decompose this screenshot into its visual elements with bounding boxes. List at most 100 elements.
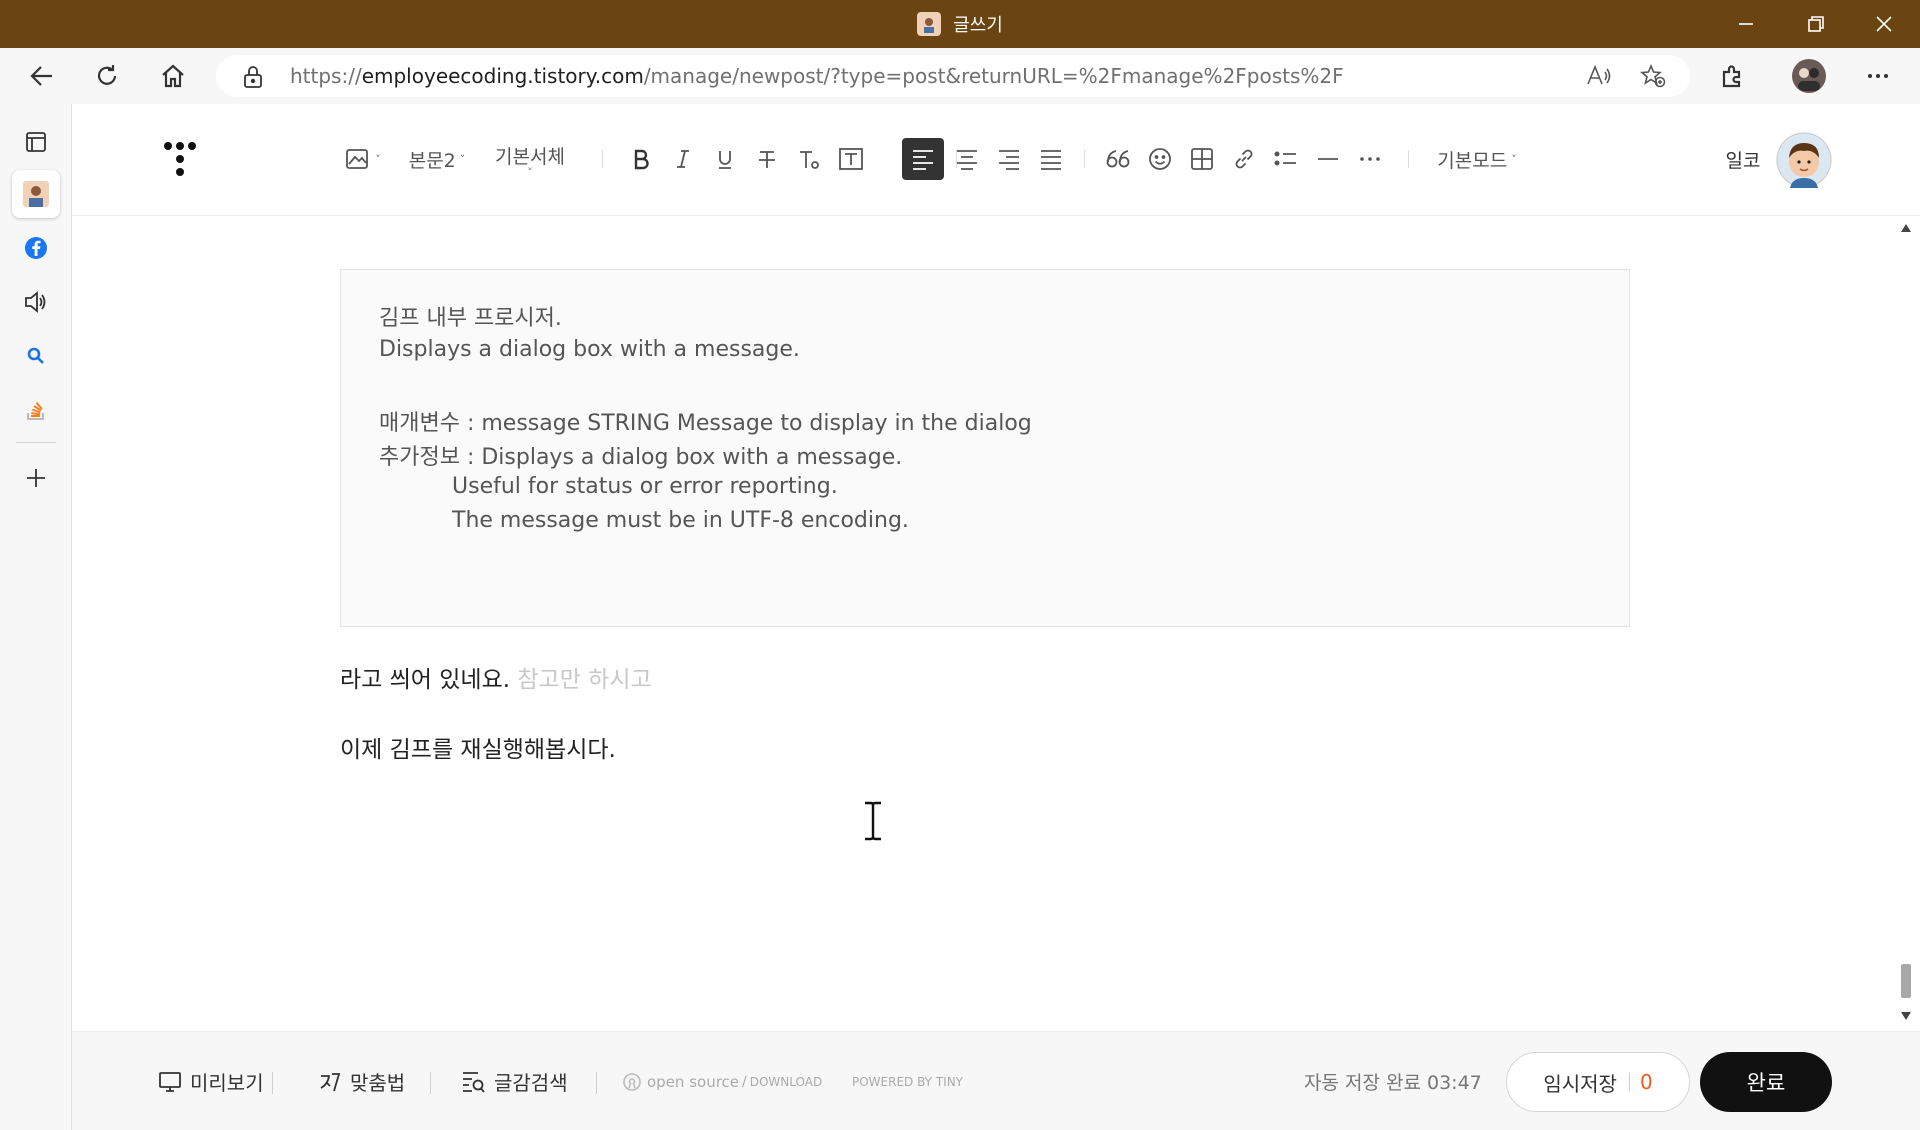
table-button[interactable] xyxy=(1182,138,1222,180)
strikethrough-button[interactable] xyxy=(748,138,786,180)
editor-bottombar: 미리보기 맞춤법 글감검색 open source / DOWNLOAD POW… xyxy=(72,1031,1920,1130)
opensource-icon xyxy=(623,1072,641,1091)
window-titlebar: 글쓰기 xyxy=(0,0,1920,48)
chevron-down-icon: ˅ xyxy=(527,165,533,179)
sidebar-search[interactable] xyxy=(12,332,60,380)
align-justify-button[interactable] xyxy=(1032,138,1070,180)
restore-button[interactable] xyxy=(1786,0,1846,48)
opensource-label: open source xyxy=(647,1072,740,1091)
text-box-icon xyxy=(839,148,863,170)
quote-line: 매개변수 : message STRING Message to display… xyxy=(379,411,1032,436)
temp-save-button[interactable]: 임시저장 0 xyxy=(1506,1052,1690,1112)
toolbar-divider xyxy=(602,150,603,168)
quote-line: 김프 내부 프로시저. xyxy=(379,306,562,331)
insert-image-button[interactable]: ˅ xyxy=(340,138,386,180)
italic-button[interactable] xyxy=(664,138,702,180)
home-button[interactable] xyxy=(153,56,193,96)
restore-icon xyxy=(1808,16,1824,32)
edge-sidebar xyxy=(0,104,72,1130)
sidebar-facebook[interactable] xyxy=(12,224,60,272)
content-search-button[interactable]: 글감검색 xyxy=(460,1032,568,1130)
smiley-icon xyxy=(1149,148,1171,170)
scroll-thumb[interactable] xyxy=(1901,964,1911,998)
editor-toolbar: ˅ 본문2 ˅ 기본서체 ˅ 기본모드 ˅ 일코 xyxy=(72,104,1920,216)
window-title: 글쓰기 xyxy=(0,0,1920,48)
bold-button[interactable] xyxy=(622,138,660,180)
more-tools-button[interactable] xyxy=(1350,138,1390,180)
editor-mode-dropdown[interactable]: 기본모드 ˅ xyxy=(1428,138,1526,180)
emoticon-button[interactable] xyxy=(1140,138,1180,180)
refresh-button[interactable] xyxy=(87,56,127,96)
list-button[interactable] xyxy=(1266,138,1306,180)
opensource-link[interactable]: open source / DOWNLOAD xyxy=(622,1032,822,1130)
quote-line: Displays a dialog box with a message. xyxy=(379,337,800,362)
more-horizontal-icon xyxy=(1360,157,1380,161)
scroll-up-icon[interactable] xyxy=(1901,224,1911,232)
align-left-button[interactable] xyxy=(902,138,944,180)
bottombar-divider xyxy=(272,1072,273,1094)
lock-icon[interactable] xyxy=(242,65,264,89)
text-color-button[interactable] xyxy=(790,138,828,180)
chevron-down-icon: ˅ xyxy=(459,152,466,166)
toolbar-divider xyxy=(1084,150,1085,168)
quote-button[interactable] xyxy=(1098,138,1138,180)
minimize-icon xyxy=(1739,23,1753,25)
text-color-icon xyxy=(800,151,819,169)
sidebar-stackoverflow[interactable] xyxy=(12,386,60,434)
speaker-icon xyxy=(25,291,46,313)
powered-by-tiny[interactable]: POWERED BY TINY xyxy=(852,1032,963,1130)
quote-block[interactable]: 김프 내부 프로시저. Displays a dialog box with a… xyxy=(340,269,1630,627)
back-button[interactable] xyxy=(22,56,62,96)
temp-save-label: 임시저장 xyxy=(1543,1071,1617,1096)
editor-content[interactable]: 김프 내부 프로시저. Displays a dialog box with a… xyxy=(72,216,1892,1031)
address-bar[interactable]: https://employeecoding.tistory.com/manag… xyxy=(216,55,1690,97)
refresh-icon xyxy=(97,65,117,85)
scroll-down-icon[interactable] xyxy=(1901,1012,1911,1020)
browser-navbar: https://employeecoding.tistory.com/manag… xyxy=(0,48,1920,104)
font-family-label: 기본서체 xyxy=(495,145,565,168)
arrow-left-icon xyxy=(30,66,52,86)
settings-more-button[interactable] xyxy=(1858,56,1898,96)
quote-icon xyxy=(1106,150,1130,168)
align-right-icon xyxy=(999,150,1019,170)
url-text[interactable]: https://employeecoding.tistory.com/manag… xyxy=(290,55,1344,97)
align-right-button[interactable] xyxy=(990,138,1028,180)
tistory-logo-icon xyxy=(164,142,196,176)
user-name[interactable]: 일코 xyxy=(1718,138,1768,180)
horizontal-rule-icon xyxy=(1318,158,1338,160)
spellcheck-icon xyxy=(320,1072,341,1091)
extensions-button[interactable] xyxy=(1712,56,1752,96)
chevron-down-icon: ˅ xyxy=(1511,152,1517,166)
align-left-icon xyxy=(913,150,933,170)
sidebar-read-aloud[interactable] xyxy=(12,278,60,326)
read-aloud-icon[interactable] xyxy=(1586,64,1612,88)
plus-icon xyxy=(27,469,45,487)
text-cursor-icon xyxy=(865,801,881,841)
text-background-button[interactable] xyxy=(832,138,870,180)
link-button[interactable] xyxy=(1224,138,1264,180)
user-avatar[interactable] xyxy=(1776,132,1832,188)
favorite-star-icon[interactable] xyxy=(1640,64,1666,88)
underline-button[interactable] xyxy=(706,138,744,180)
temp-save-divider xyxy=(1628,1073,1630,1091)
profile-button[interactable] xyxy=(1789,56,1829,96)
content-scrollbar[interactable] xyxy=(1892,216,1920,1031)
publish-done-button[interactable]: 완료 xyxy=(1700,1052,1832,1112)
image-icon xyxy=(346,149,369,169)
tab-actions-button[interactable] xyxy=(12,118,60,166)
preview-label: 미리보기 xyxy=(190,1071,264,1095)
align-center-button[interactable] xyxy=(948,138,986,180)
font-family-dropdown[interactable]: 기본서체 ˅ xyxy=(488,138,572,180)
minimize-button[interactable] xyxy=(1716,0,1776,48)
sidebar-add-button[interactable] xyxy=(12,454,60,502)
tistory-logo[interactable] xyxy=(158,138,202,180)
spellcheck-button[interactable]: 맞춤법 xyxy=(318,1032,405,1130)
preview-button[interactable]: 미리보기 xyxy=(158,1032,264,1130)
paragraph-style-dropdown[interactable]: 본문2 ˅ xyxy=(402,138,472,180)
spellcheck-label: 맞춤법 xyxy=(350,1071,406,1095)
slash-separator: / xyxy=(742,1073,747,1090)
close-window-button[interactable] xyxy=(1854,0,1914,48)
sidebar-tab-current[interactable] xyxy=(12,170,60,218)
horizontal-line-button[interactable] xyxy=(1308,138,1348,180)
tab-favicon-icon xyxy=(917,12,942,36)
